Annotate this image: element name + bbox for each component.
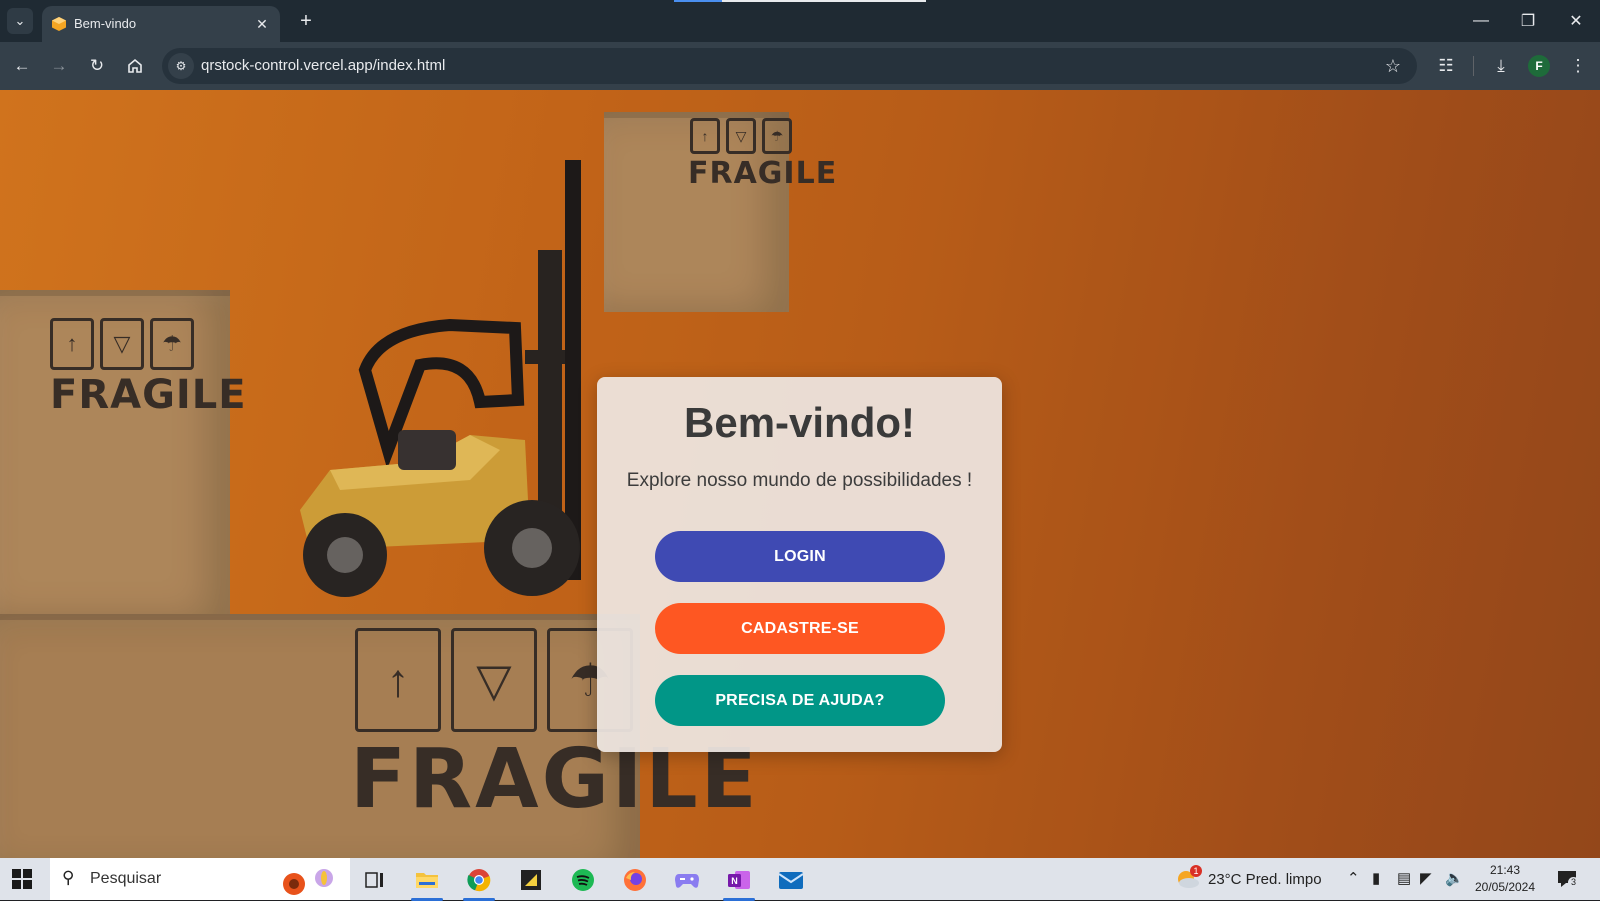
login-button[interactable]: LOGIN xyxy=(655,531,945,582)
taskbar-search-input[interactable]: ⚲ Pesquisar xyxy=(50,858,350,900)
close-window-icon[interactable]: ✕ xyxy=(1556,6,1596,36)
battery-icon[interactable]: ▮ xyxy=(1372,869,1380,887)
volume-icon[interactable]: 🔈 xyxy=(1445,869,1464,887)
restore-icon[interactable]: ❐ xyxy=(1508,6,1548,36)
page-load-progress-fill xyxy=(674,0,722,2)
sticky-notes-icon[interactable] xyxy=(513,864,549,896)
address-bar[interactable]: ⚙ qrstock-control.vercel.app/index.html … xyxy=(162,48,1417,84)
search-placeholder: Pesquisar xyxy=(90,870,162,887)
task-view-icon[interactable] xyxy=(357,864,393,896)
windows-taskbar: ⚲ Pesquisar N 1 23°C Pred. limpo ⌃ ▮ ▤ ◤… xyxy=(0,858,1600,901)
signup-button[interactable]: CADASTRE-SE xyxy=(655,603,945,654)
chevron-up-icon[interactable]: ⌃ xyxy=(1347,869,1360,887)
clock-date: 20/05/2024 xyxy=(1474,880,1536,894)
new-tab-button[interactable]: + xyxy=(294,9,318,33)
home-glyph-icon xyxy=(128,58,142,73)
page-load-progress xyxy=(674,0,926,2)
toolbar-divider xyxy=(1473,56,1474,76)
browser-toolbar: ← → ↻ ⚙ qrstock-control.vercel.app/index… xyxy=(0,42,1600,90)
windows-start-icon[interactable] xyxy=(12,869,32,889)
page-title: Bem-vindo! xyxy=(684,399,915,446)
welcome-card: Bem-vindo! Explore nosso mundo de possib… xyxy=(597,377,1002,752)
weather-text: 23°C Pred. limpo xyxy=(1208,871,1322,888)
help-button[interactable]: PRECISA DE AJUDA? xyxy=(655,675,945,726)
minimize-icon[interactable]: — xyxy=(1461,6,1501,36)
clock-time: 21:43 xyxy=(1489,863,1521,877)
site-settings-icon[interactable]: ⚙ xyxy=(168,53,194,79)
page-viewport: ↑ ▽ ☂ FRAGILE ↑ ▽ ☂ FRAGILE ↑ ▽ ☂ FRAGIL… xyxy=(0,90,1600,858)
system-clock[interactable]: 21:43 20/05/2024 xyxy=(1470,862,1540,896)
browser-tab[interactable]: Bem-vindo ✕ xyxy=(42,6,280,42)
notification-count-badge: 3 xyxy=(1568,877,1579,888)
tab-title: Bem-vindo xyxy=(74,16,137,31)
meet-now-icon[interactable]: ▤ xyxy=(1397,869,1411,887)
extensions-puzzle-icon[interactable]: ☷ xyxy=(1432,52,1460,80)
spotify-icon[interactable] xyxy=(565,864,601,896)
home-icon[interactable] xyxy=(121,52,149,80)
box-favicon-icon xyxy=(52,17,66,31)
search-highlight-flower-icon xyxy=(283,869,333,895)
search-icon: ⚲ xyxy=(62,868,75,887)
forward-arrow-icon[interactable]: → xyxy=(45,52,73,80)
url-text[interactable]: qrstock-control.vercel.app/index.html xyxy=(201,57,445,74)
weather-widget[interactable]: 1 23°C Pred. limpo xyxy=(1175,865,1335,890)
reload-icon[interactable]: ↻ xyxy=(83,52,111,80)
kebab-menu-icon[interactable]: ⋮ xyxy=(1564,52,1592,80)
mail-icon[interactable] xyxy=(773,864,809,896)
svg-text:N: N xyxy=(731,876,738,886)
game-controller-icon[interactable] xyxy=(669,864,705,896)
bookmark-star-icon[interactable]: ☆ xyxy=(1381,54,1405,78)
firefox-icon[interactable] xyxy=(617,864,653,896)
download-icon[interactable]: ⤓ xyxy=(1487,52,1515,80)
chrome-icon[interactable] xyxy=(461,864,497,901)
weather-alert-badge: 1 xyxy=(1190,865,1202,877)
tab-close-icon[interactable]: ✕ xyxy=(252,14,272,34)
browser-tab-bar: ⌄ Bem-vindo ✕ + — ❐ ✕ xyxy=(0,0,1600,42)
onenote-icon[interactable]: N xyxy=(721,864,757,901)
notification-center-icon[interactable]: 3 xyxy=(1556,868,1579,890)
file-explorer-icon[interactable] xyxy=(409,864,445,901)
page-subtitle: Explore nosso mundo de possibilidades ! xyxy=(626,470,973,491)
profile-avatar[interactable]: F xyxy=(1528,55,1550,77)
tab-search-chevron-down-icon[interactable]: ⌄ xyxy=(7,8,33,34)
back-arrow-icon[interactable]: ← xyxy=(8,52,36,80)
wifi-icon[interactable]: ◤ xyxy=(1420,869,1432,887)
